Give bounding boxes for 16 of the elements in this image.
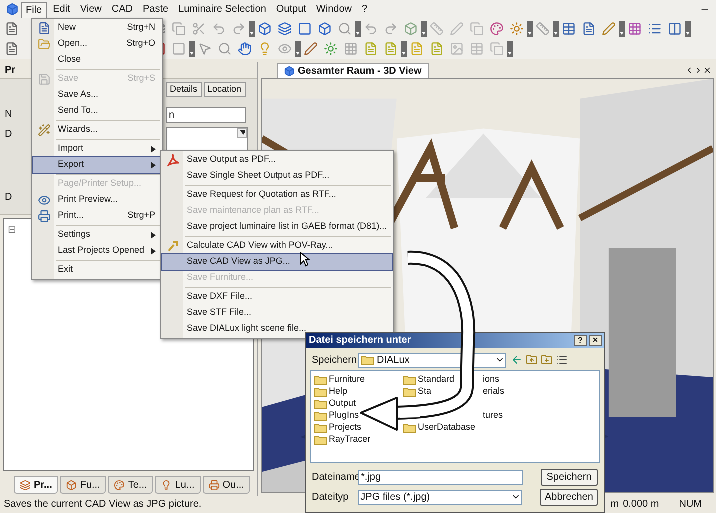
- shortcut-label: Strg+S: [128, 72, 156, 86]
- save-in-label: Speichern: [312, 354, 358, 368]
- dialog-title: Datei speichern unter: [309, 334, 412, 348]
- shortcut-label: Strg+P: [128, 209, 156, 222]
- shortcut-label: Strg+O: [126, 37, 156, 50]
- filename-label: Dateiname: [312, 470, 358, 484]
- field-label: D: [5, 128, 12, 142]
- status-coordinate: 0.000 m: [623, 498, 660, 512]
- status-mode: NUM: [679, 498, 702, 512]
- status-message: Saves the current CAD View as JPG picture.: [4, 498, 202, 512]
- shortcut-label: Strg+N: [127, 21, 156, 34]
- field-label: N: [5, 108, 12, 122]
- panel-title: Pr: [5, 64, 16, 78]
- filetype-label: Dateityp: [312, 490, 350, 504]
- status-unit: m: [610, 498, 620, 512]
- field-label: D: [5, 191, 12, 205]
